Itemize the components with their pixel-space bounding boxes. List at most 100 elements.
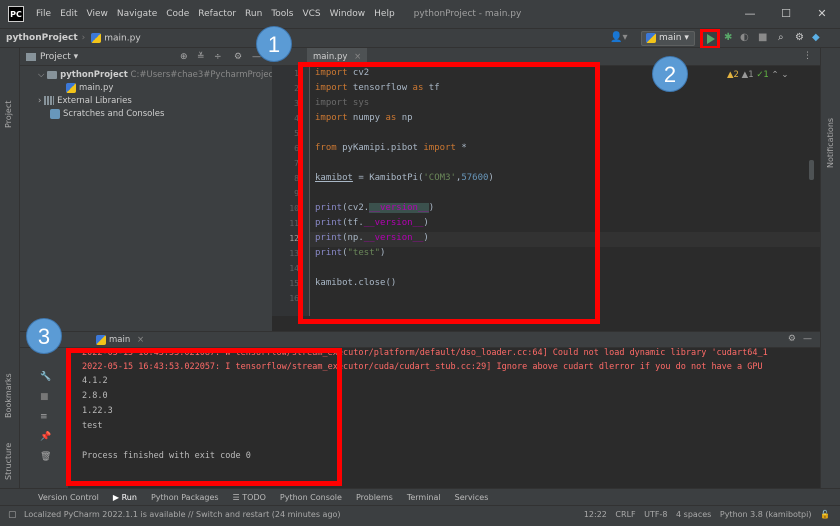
folder-icon [26,52,36,61]
options-gear-icon[interactable]: ⚙ [234,52,242,62]
expand-icon[interactable]: ÷ [214,52,222,62]
window-controls: — ☐ ✕ [732,0,840,28]
structure-tool-label[interactable]: Structure [4,443,13,480]
libraries-icon [44,96,55,105]
highlight-console-box [66,348,342,486]
chevron-down-icon: ⌵ [38,70,48,80]
python-file-icon [66,82,76,93]
run-settings-gear-icon[interactable]: ⚙ [788,334,796,344]
folder-icon [47,70,58,79]
stop-icon[interactable]: ■ [758,32,767,43]
status-widgets: 12:22 CRLF UTF-8 4 spaces Python 3.8 (ka… [578,510,830,519]
tool-windows-bar: Version Control ▶ Run Python Packages ☰ … [0,488,840,505]
jetbrains-icon[interactable]: ◆ [812,32,820,43]
coverage-icon[interactable]: ◐ [740,32,749,43]
callout-3: 3 [26,318,62,354]
soft-wrap-icon[interactable]: ≡ [40,412,48,422]
tree-item-main-py[interactable]: main.py [66,81,113,95]
editor-scrollbar[interactable] [809,160,814,180]
run-button[interactable] [700,29,720,49]
menu-refactor[interactable]: Refactor [198,9,236,19]
pycharm-logo-icon: PC [8,6,24,22]
more-options-icon[interactable]: ⋮ [803,51,812,61]
project-view-select[interactable]: Project ▾ [40,52,78,62]
right-tool-strip: Notifications [820,48,840,503]
hide-panel-icon[interactable]: — [803,334,812,344]
tree-item-scratches[interactable]: Scratches and Consoles [50,107,164,121]
tool-python-console[interactable]: Python Console [280,493,342,502]
run-toolbar: 🔧 ■ ≡ 📌 🗑 [20,348,68,495]
left-tool-strip: Project Bookmarks Structure [0,48,20,503]
scratches-icon [50,108,60,119]
minimize-button[interactable]: — [732,0,768,28]
breadcrumb-separator-icon: › [81,33,86,43]
inspection-widget[interactable]: ▲2 ▲1 ✓1 ⌃ ⌄ [727,70,789,80]
wrench-icon[interactable]: 🔧 [40,372,51,382]
tree-item-external-libraries[interactable]: › External Libraries [38,94,132,108]
close-button[interactable]: ✕ [804,0,840,28]
python-config-icon [96,334,106,345]
chevron-up-icon[interactable]: ⌃ [772,70,779,80]
tab-close-icon[interactable]: × [137,335,144,345]
breadcrumb-project[interactable]: pythonProject [6,33,78,43]
menu-window[interactable]: Window [330,9,366,19]
project-panel: Project ▾ ⊕ ≚ ÷ ⚙ — ⌵ pythonProject C:#U… [20,48,307,331]
breadcrumb-file-label: main.py [104,33,141,44]
stop-run-icon[interactable]: ■ [40,392,49,402]
trash-icon[interactable]: 🗑 [40,452,51,462]
debug-icon[interactable]: ✱ [724,32,732,43]
menu-view[interactable]: View [87,9,108,19]
user-icon[interactable]: 👤▾ [610,32,627,43]
notifications-tool-label[interactable]: Notifications [826,118,835,168]
menu-vcs[interactable]: VCS [302,9,320,19]
menu-help[interactable]: Help [374,9,395,19]
status-message[interactable]: Localized PyCharm 2022.1.1 is available … [24,510,341,519]
maximize-button[interactable]: ☐ [768,0,804,28]
tool-terminal[interactable]: Terminal [407,493,441,502]
run-configuration-select[interactable]: main ▾ [641,31,695,46]
menu-edit[interactable]: Edit [60,9,77,19]
callout-1: 1 [256,26,292,62]
file-encoding[interactable]: UTF-8 [644,510,667,519]
callout-2: 2 [652,56,688,92]
interpreter-selector[interactable]: Python 3.8 (kamibotpi) [720,510,812,519]
tool-services[interactable]: Services [455,493,489,502]
play-icon [707,34,715,44]
run-tab-label: main [109,335,131,345]
project-panel-header: Project ▾ ⊕ ≚ ÷ ⚙ — [20,48,272,66]
bookmarks-tool-label[interactable]: Bookmarks [4,373,13,418]
tab-run-main[interactable]: main × [96,332,144,349]
status-toggle-icon[interactable]: ▢ [8,510,17,520]
line-separator[interactable]: CRLF [615,510,635,519]
status-bar: ▢ Localized PyCharm 2022.1.1 is availabl… [0,505,840,526]
lock-icon[interactable]: 🔓 [820,510,830,519]
tool-todo[interactable]: ☰ TODO [233,493,266,502]
menu-run[interactable]: Run [245,9,262,19]
menu-navigate[interactable]: Navigate [117,9,157,19]
weak-warning-count: ▲1 [741,70,754,80]
menu-tools[interactable]: Tools [271,9,293,19]
menu-file[interactable]: File [36,9,51,19]
pin-icon[interactable]: 📌 [40,432,51,442]
chevron-down-icon[interactable]: ⌄ [781,70,788,80]
run-panel-header: main × ⚙ — [20,331,820,348]
run-config-label: main ▾ [659,33,689,43]
tree-item-project-root[interactable]: ⌵ pythonProject C:#Users#chae3#PycharmPr… [38,68,307,82]
breadcrumb-file[interactable]: main.py [91,32,141,44]
python-file-icon [91,32,102,43]
tool-python-packages[interactable]: Python Packages [151,493,219,502]
indent-setting[interactable]: 4 spaces [676,510,711,519]
typo-count: ✓1 [756,70,769,80]
tab-close-icon[interactable]: × [354,52,361,62]
caret-position[interactable]: 12:22 [584,510,607,519]
tool-version-control[interactable]: Version Control [38,493,99,502]
tool-problems[interactable]: Problems [356,493,393,502]
search-icon[interactable]: ⌕ [778,32,784,43]
locate-icon[interactable]: ⊕ [180,52,188,62]
project-tool-label[interactable]: Project [4,101,13,128]
gear-icon[interactable]: ⚙ [795,32,804,43]
tool-run[interactable]: ▶ Run [113,493,137,502]
menu-code[interactable]: Code [166,9,189,19]
warning-count: ▲2 [727,70,739,80]
collapse-icon[interactable]: ≚ [197,52,205,62]
